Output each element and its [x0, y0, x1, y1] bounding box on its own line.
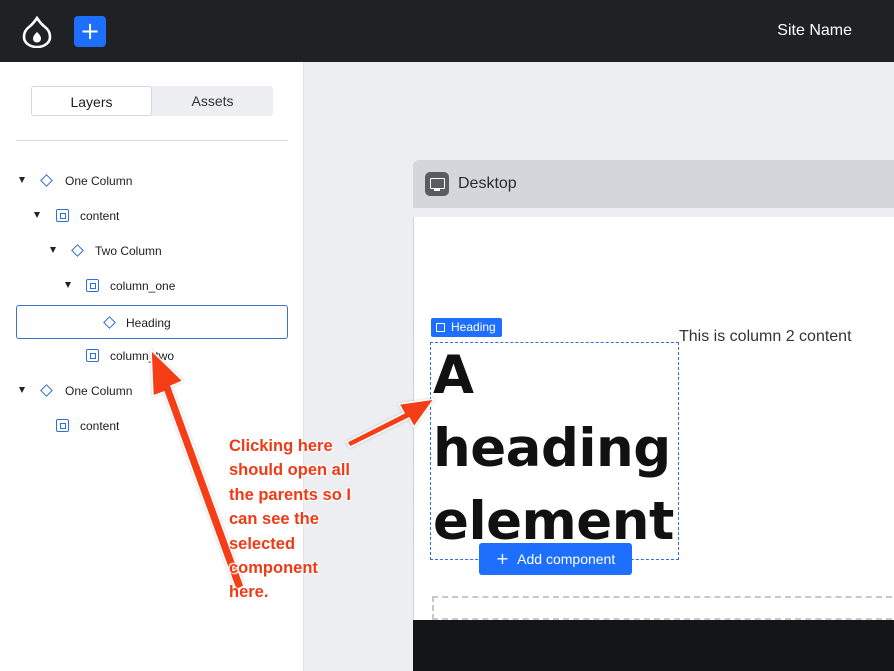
tree-item-content[interactable]: content: [0, 199, 304, 233]
tab-assets[interactable]: Assets: [152, 86, 273, 116]
caret-down-icon[interactable]: [34, 212, 40, 218]
tree-item-column-one[interactable]: column_one: [0, 269, 304, 303]
region-icon: [86, 349, 99, 362]
tree-item-label: One Column: [65, 384, 133, 398]
region-icon: [86, 279, 99, 292]
tree-item-label: One Column: [65, 174, 133, 188]
empty-drop-slot[interactable]: [432, 596, 894, 620]
viewport-label: Desktop: [458, 175, 517, 192]
diamond-icon: [103, 316, 116, 329]
tree-item-label: Two Column: [95, 244, 162, 258]
plus-icon: +: [495, 549, 510, 568]
tab-layers[interactable]: Layers: [31, 86, 152, 116]
heading-tag-label: Heading: [451, 320, 496, 334]
page-footer-region: [413, 620, 894, 671]
region-icon: [56, 419, 69, 432]
add-component-label: Add component: [517, 551, 616, 567]
tree-item-one-column-2[interactable]: One Column: [0, 374, 304, 408]
tree-item-column-two[interactable]: column_two: [0, 339, 304, 373]
viewport-header: Desktop: [413, 160, 894, 208]
diamond-icon: [71, 244, 84, 257]
diamond-icon: [40, 384, 53, 397]
tree-item-label: column_one: [110, 279, 176, 293]
heading-text: A heading element: [433, 345, 674, 552]
tree-item-label: content: [80, 209, 120, 223]
site-name[interactable]: Site Name: [777, 22, 852, 40]
caret-down-icon[interactable]: [50, 247, 56, 253]
region-icon: [56, 209, 69, 222]
diamond-icon: [40, 174, 53, 187]
annotation-note: Clicking here should open all the parent…: [229, 437, 351, 602]
column-two-text[interactable]: This is column 2 content: [679, 328, 852, 346]
sidebar-tabs: Layers Assets: [31, 86, 273, 116]
heading-component-tag[interactable]: Heading: [431, 318, 502, 337]
drupal-drop-icon[interactable]: [22, 16, 52, 48]
add-button[interactable]: +: [74, 16, 106, 47]
tree-item-heading[interactable]: Heading: [16, 305, 288, 339]
tree-item-two-column[interactable]: Two Column: [0, 234, 304, 268]
caret-down-icon[interactable]: [19, 177, 25, 183]
tree-item-label: content: [80, 419, 120, 433]
tree-item-label: column_two: [110, 349, 175, 363]
monitor-icon: [425, 172, 449, 196]
caret-down-icon[interactable]: [65, 282, 71, 288]
tree-item-label: Heading: [126, 316, 171, 330]
caret-down-icon[interactable]: [19, 387, 25, 393]
add-component-button[interactable]: + Add component: [479, 543, 632, 575]
top-toolbar: + Site Name: [0, 0, 894, 62]
heading-component[interactable]: A heading element: [430, 342, 679, 560]
tree-item-one-column[interactable]: One Column: [0, 164, 304, 198]
editor-canvas[interactable]: Desktop Heading A heading element This i…: [305, 62, 894, 671]
sidebar-divider: [16, 140, 288, 141]
component-icon: [436, 323, 445, 332]
